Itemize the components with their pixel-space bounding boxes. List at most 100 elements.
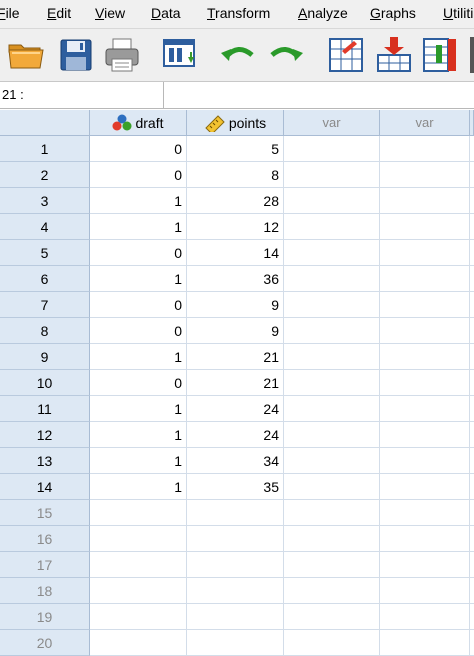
cell-var[interactable]	[380, 292, 470, 318]
cell-draft[interactable]: 0	[90, 370, 187, 396]
row-number[interactable]: 1	[0, 136, 90, 162]
grid-corner[interactable]	[0, 110, 90, 136]
cell-points[interactable]: 21	[187, 344, 284, 370]
goto-case-icon[interactable]	[326, 35, 366, 75]
insert-cases-icon[interactable]	[374, 35, 414, 75]
cell-var[interactable]	[284, 370, 380, 396]
cell-draft[interactable]: 0	[90, 240, 187, 266]
cell-draft[interactable]	[90, 526, 187, 552]
cell-points[interactable]	[187, 630, 284, 656]
row-number[interactable]: 16	[0, 526, 90, 552]
save-icon[interactable]	[56, 35, 96, 75]
cell-reference[interactable]: 21 :	[2, 87, 24, 102]
cell-draft[interactable]: 0	[90, 318, 187, 344]
row-number[interactable]: 10	[0, 370, 90, 396]
cell-draft[interactable]: 0	[90, 136, 187, 162]
cell-points[interactable]: 9	[187, 292, 284, 318]
menu-view[interactable]: View	[95, 5, 125, 21]
cell-points[interactable]: 36	[187, 266, 284, 292]
open-folder-icon[interactable]	[6, 35, 46, 75]
redo-icon[interactable]	[266, 35, 306, 75]
cell-var[interactable]	[380, 344, 470, 370]
print-icon[interactable]	[102, 35, 142, 75]
cell-var[interactable]	[284, 578, 380, 604]
row-number[interactable]: 7	[0, 292, 90, 318]
cell-points[interactable]: 8	[187, 162, 284, 188]
row-number[interactable]: 4	[0, 214, 90, 240]
cell-var[interactable]	[284, 526, 380, 552]
cell-var[interactable]	[380, 552, 470, 578]
cell-var[interactable]	[380, 188, 470, 214]
cell-var[interactable]	[380, 136, 470, 162]
cell-points[interactable]: 24	[187, 422, 284, 448]
row-number[interactable]: 18	[0, 578, 90, 604]
row-number[interactable]: 2	[0, 162, 90, 188]
cell-var[interactable]	[284, 214, 380, 240]
cell-var[interactable]	[284, 604, 380, 630]
column-header-var[interactable]: var	[284, 110, 380, 136]
cell-var[interactable]	[380, 604, 470, 630]
cell-var[interactable]	[284, 344, 380, 370]
cell-var[interactable]	[380, 370, 470, 396]
cell-var[interactable]	[284, 266, 380, 292]
cell-var[interactable]	[284, 552, 380, 578]
cell-draft[interactable]: 1	[90, 396, 187, 422]
cell-points[interactable]: 24	[187, 396, 284, 422]
cell-var[interactable]	[380, 266, 470, 292]
cell-points[interactable]: 35	[187, 474, 284, 500]
cell-draft[interactable]	[90, 500, 187, 526]
cell-var[interactable]	[284, 474, 380, 500]
menu-data[interactable]: Data	[151, 5, 181, 21]
menu-transform[interactable]: Transform	[207, 5, 270, 21]
cell-var[interactable]	[380, 214, 470, 240]
cell-var[interactable]	[380, 630, 470, 656]
cell-draft[interactable]: 1	[90, 214, 187, 240]
row-number[interactable]: 8	[0, 318, 90, 344]
cell-var[interactable]	[380, 526, 470, 552]
menu-analyze[interactable]: Analyze	[298, 5, 348, 21]
cell-points[interactable]: 9	[187, 318, 284, 344]
cell-draft[interactable]: 1	[90, 344, 187, 370]
row-number[interactable]: 9	[0, 344, 90, 370]
cell-draft[interactable]	[90, 604, 187, 630]
cell-draft[interactable]: 1	[90, 266, 187, 292]
row-number[interactable]: 19	[0, 604, 90, 630]
cell-points[interactable]	[187, 604, 284, 630]
cell-points[interactable]: 12	[187, 214, 284, 240]
cell-draft[interactable]: 1	[90, 422, 187, 448]
cell-points[interactable]	[187, 552, 284, 578]
row-number[interactable]: 3	[0, 188, 90, 214]
row-number[interactable]: 11	[0, 396, 90, 422]
row-number[interactable]: 14	[0, 474, 90, 500]
cell-points[interactable]: 28	[187, 188, 284, 214]
row-number[interactable]: 15	[0, 500, 90, 526]
cell-var[interactable]	[284, 240, 380, 266]
cell-var[interactable]	[380, 162, 470, 188]
cell-points[interactable]: 14	[187, 240, 284, 266]
dialog-recall-icon[interactable]	[160, 35, 200, 75]
cell-var[interactable]	[284, 396, 380, 422]
cell-var[interactable]	[380, 578, 470, 604]
cell-points[interactable]	[187, 578, 284, 604]
cell-var[interactable]	[284, 292, 380, 318]
row-number[interactable]: 6	[0, 266, 90, 292]
cell-var[interactable]	[380, 240, 470, 266]
cell-var[interactable]	[380, 396, 470, 422]
cell-var[interactable]	[380, 474, 470, 500]
cell-var[interactable]	[284, 630, 380, 656]
cell-var[interactable]	[380, 500, 470, 526]
cell-var[interactable]	[284, 422, 380, 448]
cell-points[interactable]: 21	[187, 370, 284, 396]
cell-draft[interactable]: 1	[90, 448, 187, 474]
cell-draft[interactable]	[90, 578, 187, 604]
cell-draft[interactable]: 1	[90, 474, 187, 500]
row-number[interactable]: 17	[0, 552, 90, 578]
column-header-draft[interactable]: draft	[90, 110, 187, 136]
menu-file[interactable]: File	[0, 5, 20, 21]
cell-draft[interactable]: 0	[90, 292, 187, 318]
column-header-var[interactable]: var	[380, 110, 470, 136]
column-header-points[interactable]: points	[187, 110, 284, 136]
cell-var[interactable]	[380, 318, 470, 344]
cell-var[interactable]	[284, 188, 380, 214]
cell-var[interactable]	[284, 500, 380, 526]
